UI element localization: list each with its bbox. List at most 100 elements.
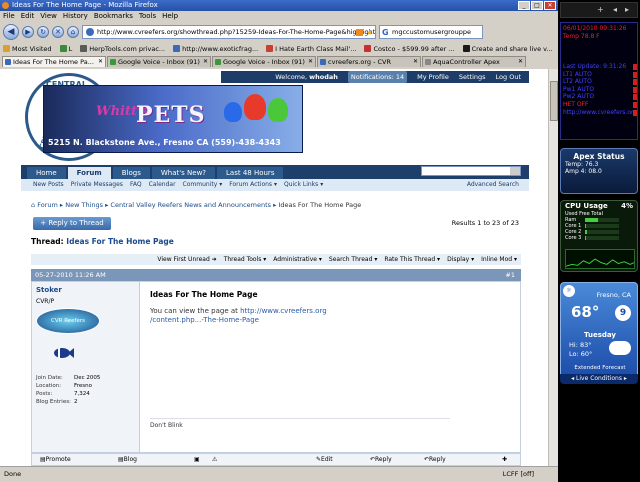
username-link[interactable]: whodah bbox=[309, 73, 338, 81]
home-icon[interactable]: ⌂ bbox=[31, 201, 35, 209]
tab-close-icon[interactable]: ✕ bbox=[413, 57, 418, 67]
view-first-unread-link[interactable]: View First Unread ➜ bbox=[157, 254, 216, 265]
reply-to-thread-button[interactable]: + Reply to Thread bbox=[33, 217, 111, 230]
breadcrumb-forum[interactable]: Forum bbox=[37, 201, 58, 209]
promote-to-article-button[interactable]: ▤ Promote to Article bbox=[40, 454, 71, 466]
rss-icon[interactable] bbox=[356, 29, 363, 36]
search-bar[interactable]: G mgccustomusergrouppe bbox=[379, 25, 483, 39]
new-posts-link[interactable]: New Posts bbox=[33, 179, 64, 191]
user-avatar[interactable]: CVR Reefers bbox=[36, 308, 100, 334]
tab-forum[interactable]: Forum bbox=[67, 167, 111, 179]
forum-actions-menu[interactable]: Forum Actions ▾ bbox=[229, 179, 277, 191]
menu-edit[interactable]: Edit bbox=[21, 11, 35, 21]
forum-search-input[interactable] bbox=[421, 166, 521, 176]
browser-tab[interactable]: Ideas For The Home Pa... ✕ bbox=[2, 56, 106, 67]
logout-link[interactable]: Log Out bbox=[496, 71, 521, 83]
menu-help[interactable]: Help bbox=[162, 11, 178, 21]
apex-monitor-gadget[interactable]: 06/01/2010 09:31:26 Temp 78.8 F Last Updat… bbox=[560, 22, 638, 140]
cpu-usage-gadget[interactable]: CPU Usage 4% Used Free Total Ram Core 1 Cor… bbox=[560, 200, 638, 272]
reply-with-quote-button[interactable]: ↶ Reply With Quote bbox=[424, 454, 446, 466]
advanced-search-link[interactable]: Advanced Search bbox=[467, 179, 519, 191]
private-messages-link[interactable]: Private Messages bbox=[71, 179, 123, 191]
calendar-link[interactable]: Calendar bbox=[149, 179, 176, 191]
browser-tab[interactable]: AquaController Apex ✕ bbox=[422, 56, 526, 67]
post-link-continued[interactable]: /content.php...-The-Home-Page bbox=[150, 316, 259, 324]
thread-title-link[interactable]: Ideas For The Home Page bbox=[66, 237, 174, 246]
post-link[interactable]: http://www.cvreefers.org bbox=[240, 307, 327, 315]
inline-mod-menu[interactable]: Inline Mod ▾ bbox=[481, 254, 517, 265]
next-icon[interactable]: ▸ bbox=[625, 5, 629, 14]
bookmark-icon bbox=[364, 45, 372, 52]
close-button[interactable]: ✕ bbox=[544, 1, 556, 10]
menu-view[interactable]: View bbox=[40, 11, 57, 21]
status-bar: Done LCFF [off] bbox=[0, 466, 558, 482]
blog-this-post-button[interactable]: ▤ Blog this Post bbox=[118, 454, 137, 466]
minimize-button[interactable]: _ bbox=[518, 1, 530, 10]
breadcrumb-new-things[interactable]: New Things bbox=[65, 201, 103, 209]
lcff-status[interactable]: LCFF [off] bbox=[503, 467, 534, 482]
post-number-link[interactable]: #1 bbox=[505, 269, 515, 281]
administrative-menu[interactable]: Administrative ▾ bbox=[273, 254, 322, 265]
edit-post-button[interactable]: ✎ Edit Post bbox=[316, 454, 333, 466]
browser-tab[interactable]: Google Voice - Inbox (91) ✕ bbox=[212, 56, 316, 67]
weather-gadget[interactable]: ☼ Fresno, CA 68° 9 Tuesday Hi: 83° Lo: 60… bbox=[560, 282, 638, 382]
post-username-link[interactable]: Stoker bbox=[36, 286, 62, 294]
notifications-dropdown[interactable]: Notifications: 14 bbox=[347, 71, 408, 83]
community-menu[interactable]: Community ▾ bbox=[183, 179, 223, 191]
tab-favicon-icon bbox=[5, 59, 11, 65]
display-menu[interactable]: Display ▾ bbox=[447, 254, 474, 265]
menu-tools[interactable]: Tools bbox=[139, 11, 156, 21]
tab-close-icon[interactable]: ✕ bbox=[98, 57, 103, 67]
menu-file[interactable]: File bbox=[3, 11, 15, 21]
bookmark-item[interactable]: L bbox=[59, 43, 72, 55]
user-toolbar: Welcome, whodah Notifications: 14 My Pro… bbox=[221, 71, 529, 83]
tab-close-icon[interactable]: ✕ bbox=[308, 57, 313, 67]
apex-status-gadget[interactable]: Apex Status Temp: 76.3 Amp 4: 08.0 bbox=[560, 148, 638, 194]
menu-bookmarks[interactable]: Bookmarks bbox=[94, 11, 133, 21]
bookmark-item[interactable]: HerpTools.com privac... bbox=[80, 43, 165, 55]
browser-tab[interactable]: Google Voice - Inbox (91) ✕ bbox=[107, 56, 211, 67]
breadcrumb-news[interactable]: Central Valley Reefers News and Announce… bbox=[110, 201, 271, 209]
reply-button[interactable]: ↶ Reply bbox=[370, 454, 392, 466]
bookmark-item[interactable]: Create and share live v... bbox=[462, 43, 553, 55]
post-footer: ▤ Promote to Article ▤ Blog this Post ▣ … bbox=[31, 453, 521, 466]
add-gadget-icon[interactable]: + bbox=[597, 5, 604, 14]
settings-link[interactable]: Settings bbox=[459, 71, 486, 83]
tab-close-icon[interactable]: ✕ bbox=[203, 57, 208, 67]
tab-close-icon[interactable]: ✕ bbox=[518, 57, 523, 67]
bookmark-star-icon[interactable]: ★ bbox=[366, 27, 373, 38]
browser-tab[interactable]: cvreefers.org - CVR ✕ bbox=[317, 56, 421, 67]
back-icon[interactable]: ◀ bbox=[3, 24, 19, 40]
tab-whats-new[interactable]: What's New? bbox=[151, 167, 216, 179]
scrollbar-thumb[interactable] bbox=[550, 81, 558, 121]
home-icon[interactable]: ⌂ bbox=[67, 26, 79, 38]
search-thread-menu[interactable]: Search Thread ▾ bbox=[329, 254, 377, 265]
prev-icon[interactable]: ◂ bbox=[613, 5, 617, 14]
bookmark-item[interactable]: Costco - $599.99 after ... bbox=[364, 43, 455, 55]
rate-thread-menu[interactable]: Rate This Thread ▾ bbox=[384, 254, 440, 265]
thread-tools-menu[interactable]: Thread Tools ▾ bbox=[224, 254, 267, 265]
reload-icon[interactable]: ↻ bbox=[37, 26, 49, 38]
url-bar[interactable]: http://www.cvreefers.org/showthread.php?… bbox=[82, 25, 376, 39]
warning-icon[interactable]: ⚠ bbox=[212, 454, 217, 466]
tab-last-48-hours[interactable]: Last 48 Hours bbox=[217, 167, 284, 179]
tab-home[interactable]: Home bbox=[27, 167, 66, 179]
search-icon[interactable] bbox=[510, 167, 520, 175]
tab-blogs[interactable]: Blogs bbox=[112, 167, 150, 179]
bookmark-item[interactable]: http://www.exoticfrag... bbox=[173, 43, 258, 55]
bookmark-item[interactable]: Most Visited bbox=[3, 43, 52, 55]
ip-icon[interactable]: ▣ bbox=[194, 454, 200, 466]
page-scrollbar[interactable] bbox=[548, 69, 558, 466]
quick-links-menu[interactable]: Quick Links ▾ bbox=[284, 179, 323, 191]
maximize-button[interactable]: □ bbox=[531, 1, 543, 10]
faq-link[interactable]: FAQ bbox=[130, 179, 142, 191]
multi-quote-button[interactable]: ✚ bbox=[502, 454, 507, 466]
extended-forecast-link[interactable]: Extended Forecast bbox=[561, 365, 639, 371]
whitts-pets-banner[interactable]: Whitt's PETS 5215 N. Blackstone Ave., Fr… bbox=[43, 85, 303, 153]
my-profile-link[interactable]: My Profile bbox=[417, 71, 449, 83]
live-conditions-link[interactable]: ◂ Live Conditions ▸ bbox=[560, 374, 638, 384]
menu-history[interactable]: History bbox=[63, 11, 88, 21]
forward-icon[interactable]: ▶ bbox=[22, 26, 34, 38]
stop-icon[interactable]: ✕ bbox=[52, 26, 64, 38]
bookmark-item[interactable]: I Hate Earth Class Mail'... bbox=[266, 43, 356, 55]
